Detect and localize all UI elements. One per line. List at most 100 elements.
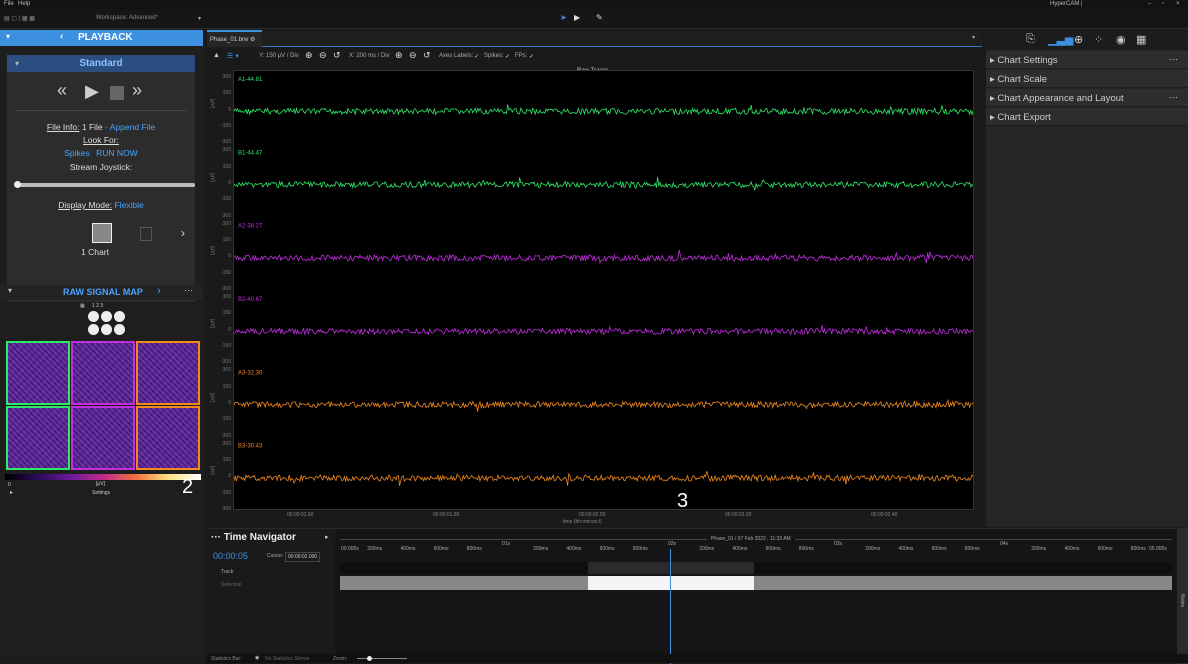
spikes-option[interactable]: Spikes bbox=[64, 148, 90, 158]
zoom-knob[interactable] bbox=[367, 656, 372, 661]
play-icon[interactable]: ▶ bbox=[574, 13, 580, 22]
playback-header[interactable]: ▾ ‹ PLAYBACK bbox=[0, 30, 203, 46]
well-b3[interactable] bbox=[136, 406, 200, 470]
chart-settings-section[interactable]: ▸ Chart Settings ··· bbox=[986, 51, 1188, 69]
grid-icon: ▦ bbox=[80, 303, 85, 309]
notes-tab[interactable]: Notes bbox=[1177, 529, 1188, 664]
export-icon[interactable]: ⎘ bbox=[1026, 33, 1035, 46]
chevron-down-icon[interactable]: ▾ bbox=[6, 32, 10, 41]
menu-help[interactable]: Help bbox=[18, 1, 30, 7]
grid-icon[interactable]: ▦ bbox=[1136, 33, 1146, 46]
eye-icon[interactable]: ◉ bbox=[255, 655, 259, 661]
fps-checkbox[interactable]: ✓ bbox=[529, 53, 534, 60]
app-title: HyperCAM | bbox=[1050, 1, 1083, 7]
standard-header[interactable]: ▾ Standard bbox=[7, 55, 195, 72]
chevron-down-icon[interactable]: ▾ bbox=[15, 55, 19, 72]
lines-icon[interactable]: ☰ ▾ bbox=[227, 52, 239, 60]
one-chart-option[interactable] bbox=[92, 223, 112, 243]
workspace-select[interactable]: Workspace: Advanced* bbox=[96, 15, 158, 21]
spikes-row: Spikes RUN NOW bbox=[7, 148, 195, 158]
colorbar bbox=[5, 474, 201, 480]
stream-joystick-slider[interactable] bbox=[17, 183, 195, 187]
y-tick-label: -150 bbox=[220, 269, 231, 276]
back-icon[interactable]: ‹ bbox=[60, 31, 63, 42]
zoom-in-icon[interactable]: ⊕ bbox=[395, 50, 403, 61]
timeline-tick: 800ms bbox=[964, 546, 980, 552]
fps-label: FPs: bbox=[515, 53, 528, 59]
play-button[interactable]: ▶ bbox=[85, 81, 99, 102]
well-a3[interactable] bbox=[136, 341, 200, 405]
zoom-in-icon[interactable]: ⊕ bbox=[305, 50, 313, 61]
caret-right-icon[interactable]: ▸ bbox=[10, 489, 13, 496]
well-a1[interactable] bbox=[6, 341, 70, 405]
chart-export-section[interactable]: ▸ Chart Export bbox=[986, 108, 1188, 126]
timeline[interactable]: Phase_01 / 07 Feb 2022 , 11:33 AM 00.000… bbox=[337, 529, 1177, 664]
gear-icon[interactable]: ⚙ bbox=[250, 37, 255, 43]
chevron-down-icon[interactable]: ▾ bbox=[8, 286, 12, 295]
chevron-right-icon[interactable]: › bbox=[157, 285, 161, 297]
fast-forward-icon[interactable]: » bbox=[132, 80, 142, 101]
triangle-icon[interactable]: ▲ bbox=[213, 52, 220, 59]
trace-line bbox=[234, 325, 973, 336]
stop-button[interactable] bbox=[110, 86, 124, 100]
selection-window[interactable] bbox=[588, 576, 754, 590]
reset-icon[interactable]: ↺ bbox=[423, 50, 431, 61]
scatter-icon[interactable]: ⁘ bbox=[1094, 33, 1103, 46]
menu-file[interactable]: File bbox=[4, 1, 14, 7]
zoom-out-icon[interactable]: ⊖ bbox=[319, 50, 327, 61]
y-tick-label: -300 bbox=[220, 286, 231, 292]
timeline-tick: 600ms bbox=[765, 546, 781, 552]
well-selector[interactable]: ▦ 1 2 3 bbox=[80, 303, 130, 339]
maximize-icon[interactable]: ▫ bbox=[1162, 1, 1164, 7]
zoom-slider[interactable] bbox=[357, 658, 407, 659]
slider-knob[interactable] bbox=[14, 181, 21, 188]
left-panel: ▾ ‹ PLAYBACK ▾ Standard « ▶ » File Info:… bbox=[0, 30, 203, 663]
selection-bar[interactable] bbox=[340, 576, 1172, 590]
chevron-right-icon[interactable]: › bbox=[181, 226, 185, 240]
target-icon[interactable]: ◉ bbox=[1116, 33, 1126, 46]
raw-traces-plot[interactable]: A1-44.81 B1-44.47 A2-38.27 B2-40.67 A3-32.30… bbox=[233, 70, 974, 510]
timeline-tick: 800ms bbox=[466, 546, 482, 552]
spikes-label: Spikes: bbox=[484, 53, 504, 59]
run-now-button[interactable]: RUN NOW bbox=[96, 148, 138, 158]
zoom-out-icon[interactable]: ⊖ bbox=[409, 50, 417, 61]
spikes-checkbox[interactable]: ✓ bbox=[505, 53, 510, 60]
y-tick-label: 300 bbox=[222, 147, 231, 154]
chevron-down-icon[interactable]: ▾ bbox=[198, 15, 201, 22]
track-window[interactable] bbox=[588, 562, 754, 574]
raw-signal-map-title: RAW SIGNAL MAP bbox=[63, 287, 143, 297]
well-a2[interactable] bbox=[71, 341, 135, 405]
more-icon[interactable]: ··· bbox=[184, 285, 193, 295]
settings-label[interactable]: Settings bbox=[92, 490, 110, 496]
caret-right-icon[interactable]: ▸ bbox=[325, 533, 329, 541]
axes-labels-checkbox[interactable]: ✓ bbox=[474, 53, 479, 60]
chart-scale-section[interactable]: ▸ Chart Scale bbox=[986, 70, 1188, 88]
well-b1[interactable] bbox=[6, 406, 70, 470]
close-icon[interactable]: × bbox=[1176, 1, 1180, 7]
append-file-link[interactable]: - Append File bbox=[105, 122, 155, 132]
time-cursor[interactable] bbox=[670, 549, 671, 664]
raw-signal-map-grid[interactable] bbox=[6, 341, 201, 471]
tab-phase-01[interactable]: Phase_01.brw ⚙ bbox=[207, 30, 262, 47]
track-bar[interactable] bbox=[340, 562, 1172, 574]
raw-signal-map-header[interactable]: ▾ RAW SIGNAL MAP › ··· bbox=[0, 285, 203, 300]
reset-icon[interactable]: ↺ bbox=[333, 50, 341, 61]
pointer-icon[interactable]: ➤ bbox=[560, 13, 567, 22]
chart-appearance-section[interactable]: ▸ Chart Appearance and Layout ··· bbox=[986, 89, 1188, 107]
well-b2[interactable] bbox=[71, 406, 135, 470]
zoom-icon[interactable]: ⊕ bbox=[1074, 33, 1083, 46]
timeline-tick: 200ms bbox=[1031, 546, 1047, 552]
current-time: 00:00:05 bbox=[213, 551, 249, 561]
layout-icon[interactable]: ▤ ▢ | ▦ ▦ bbox=[4, 15, 35, 22]
minimize-icon[interactable]: – bbox=[1148, 1, 1151, 7]
chevron-down-icon[interactable]: ▾ bbox=[972, 34, 975, 41]
cursor-input[interactable]: 00:00:02.000 bbox=[285, 552, 321, 562]
display-mode-value[interactable]: Flexible bbox=[114, 200, 143, 210]
chart-icon[interactable]: ▁▃▅ bbox=[1048, 33, 1073, 46]
trace-line bbox=[234, 471, 973, 486]
rewind-icon[interactable]: « bbox=[57, 80, 67, 101]
y-tick-label: -300 bbox=[220, 432, 231, 439]
pen-icon[interactable]: ✎ bbox=[596, 13, 603, 22]
timeline-tick: 800ms bbox=[798, 546, 814, 552]
three-chart-option[interactable] bbox=[140, 227, 152, 241]
